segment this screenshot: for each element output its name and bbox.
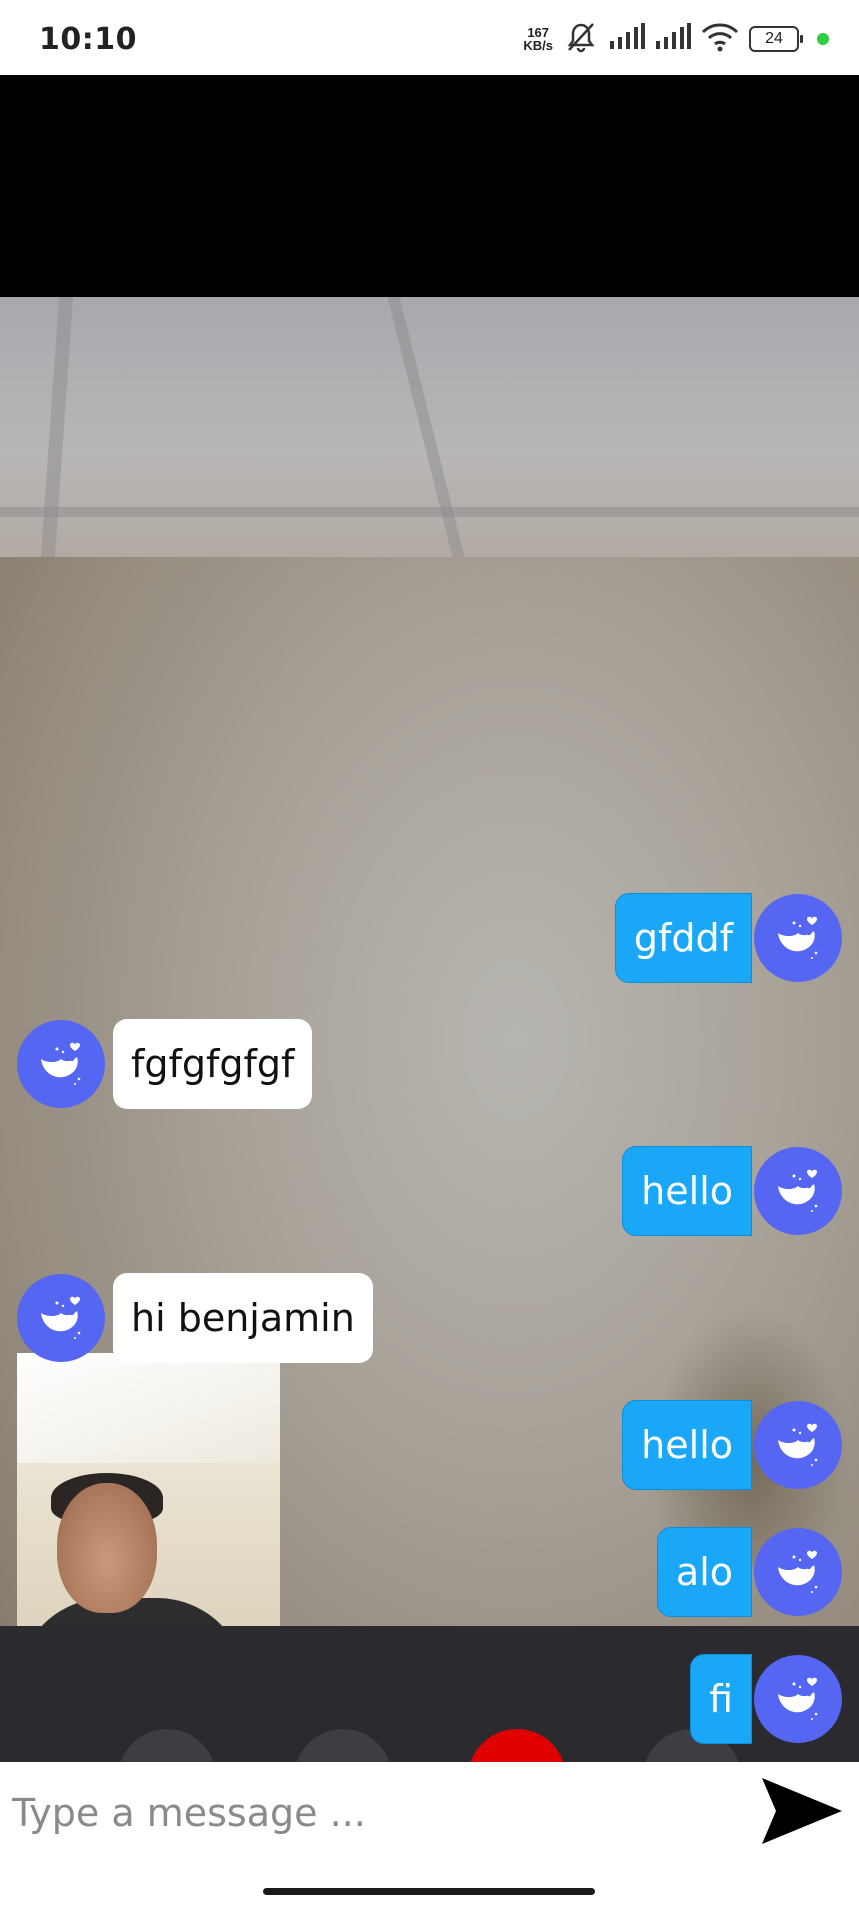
- status-time: 10:10: [39, 22, 137, 57]
- message-bubble: fgfgfgfgf: [113, 1019, 313, 1109]
- incoming-message: fgfgfgfgf: [17, 1019, 313, 1109]
- green-dot: [817, 33, 829, 45]
- outgoing-message: alo: [656, 1527, 842, 1617]
- message-bubble: alo: [656, 1527, 752, 1617]
- home-indicator[interactable]: [263, 1888, 595, 1895]
- wifi-icon: [701, 22, 739, 57]
- camera-toggle-button[interactable]: [118, 1729, 216, 1762]
- mute-bell-icon: [563, 21, 599, 58]
- avatar-icon: [754, 1528, 842, 1616]
- network-speed: 167 KB/s: [523, 25, 553, 53]
- end-call-button[interactable]: [468, 1729, 566, 1762]
- send-icon: [760, 1778, 844, 1849]
- signal-icon: [609, 22, 645, 56]
- message-bubble: hello: [622, 1400, 752, 1490]
- avatar-icon: [17, 1020, 105, 1108]
- outgoing-message: hello: [622, 1146, 842, 1236]
- incoming-message: hi benjamin: [17, 1273, 373, 1363]
- message-bubble: hi benjamin: [113, 1273, 373, 1363]
- message-input-bar: [0, 1762, 859, 1908]
- message-input[interactable]: [10, 1780, 734, 1846]
- avatar-icon: [754, 1655, 842, 1743]
- outgoing-message: fi: [690, 1654, 842, 1744]
- avatar-icon: [754, 894, 842, 982]
- mic-toggle-button[interactable]: [294, 1729, 392, 1762]
- signal-icon: [655, 22, 691, 56]
- remote-video-ceiling: [0, 297, 859, 557]
- status-bar: 10:10 167 KB/s 24: [0, 0, 859, 75]
- status-icons: 167 KB/s 24: [523, 22, 829, 56]
- message-bubble: gfddf: [614, 893, 752, 983]
- outgoing-message: gfddf: [614, 893, 842, 983]
- message-bubble: hello: [622, 1146, 752, 1236]
- avatar-icon: [754, 1147, 842, 1235]
- battery-icon: 24: [749, 26, 803, 52]
- message-bubble: fi: [690, 1654, 752, 1744]
- outgoing-message: hello: [622, 1400, 842, 1490]
- avatar-icon: [754, 1401, 842, 1489]
- send-button[interactable]: [760, 1776, 844, 1846]
- avatar-icon: [17, 1274, 105, 1362]
